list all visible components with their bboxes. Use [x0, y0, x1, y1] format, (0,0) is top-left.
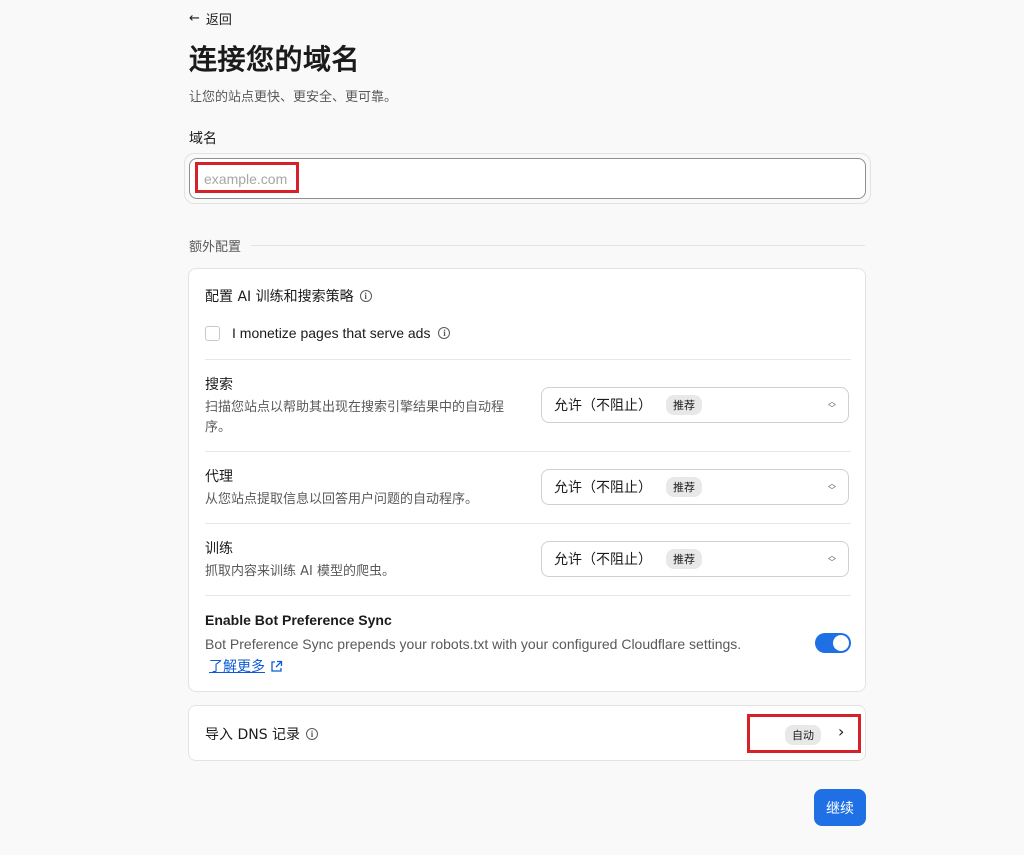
ai-policy-title-label: 配置 AI 训练和搜索策略	[205, 289, 354, 305]
back-link[interactable]: ← 返回	[189, 9, 232, 28]
toggle-knob	[833, 635, 849, 651]
domain-input[interactable]	[189, 158, 866, 199]
policy-name: 代理	[205, 469, 233, 485]
recommended-badge: 推荐	[666, 549, 702, 569]
import-dns-row[interactable]: 导入 DNS 记录 i 自动 ›	[188, 705, 866, 761]
page-subtitle: 让您的站点更快、更安全、更可靠。	[189, 90, 398, 105]
recommended-badge: 推荐	[666, 477, 702, 497]
monetize-label[interactable]: I monetize pages that serve ads	[232, 325, 430, 341]
ai-policy-card: 配置 AI 训练和搜索策略 i I monetize pages that se…	[188, 268, 866, 692]
learn-more-link[interactable]: 了解更多	[209, 656, 283, 676]
policy-description: 扫描您站点以帮助其出现在搜索引擎结果中的自动程序。	[205, 400, 505, 435]
info-icon[interactable]: i	[359, 290, 372, 302]
ai-policy-title: 配置 AI 训练和搜索策略 i	[205, 286, 372, 306]
bot-sync-toggle[interactable]	[815, 633, 851, 653]
monetize-row: I monetize pages that serve ads i	[205, 325, 451, 341]
policy-name: 训练	[205, 541, 233, 557]
extra-config-heading: 额外配置	[189, 236, 865, 255]
page-title: 连接您的域名	[189, 43, 361, 76]
chevron-up-down-icon: ︿ ﹀	[828, 479, 836, 495]
domain-input-focus-ring	[184, 153, 871, 204]
arrow-left-icon: ←	[189, 10, 200, 26]
agent-policy-select[interactable]: 允许（不阻止） 推荐 ︿ ﹀	[541, 469, 849, 505]
chevron-up-down-icon: ︿ ﹀	[828, 397, 836, 413]
domain-label: 域名	[189, 131, 217, 147]
heading-divider	[251, 245, 865, 246]
external-link-icon	[271, 660, 283, 672]
import-dns-label: 导入 DNS 记录	[205, 727, 301, 743]
training-policy-select[interactable]: 允许（不阻止） 推荐 ︿ ﹀	[541, 541, 849, 577]
policy-description: 从您站点提取信息以回答用户问题的自动程序。	[205, 492, 479, 507]
bot-sync-description: Bot Preference Sync prepends your robots…	[205, 636, 742, 652]
chevron-up-down-icon: ︿ ﹀	[828, 551, 836, 567]
policy-description: 抓取内容来训练 AI 模型的爬虫。	[205, 564, 395, 579]
select-value: 允许（不阻止）	[554, 398, 652, 414]
chevron-right-icon[interactable]: ›	[838, 722, 844, 741]
recommended-badge: 推荐	[666, 395, 702, 415]
select-value: 允许（不阻止）	[554, 480, 652, 496]
search-policy-select[interactable]: 允许（不阻止） 推荐 ︿ ﹀	[541, 387, 849, 423]
divider	[205, 451, 851, 452]
divider	[205, 359, 851, 360]
extra-config-heading-label: 额外配置	[189, 240, 242, 255]
info-icon[interactable]: i	[306, 728, 319, 740]
continue-button[interactable]: 继续	[814, 789, 866, 826]
back-label: 返回	[205, 12, 232, 28]
learn-more-label: 了解更多	[209, 659, 265, 675]
policy-name: 搜索	[205, 377, 233, 393]
divider	[205, 595, 851, 596]
divider	[205, 523, 851, 524]
page: ← 返回 连接您的域名 让您的站点更快、更安全、更可靠。 域名 额外配置 配置 …	[0, 0, 1024, 855]
import-dns-title: 导入 DNS 记录 i	[205, 724, 319, 744]
monetize-checkbox[interactable]	[205, 325, 220, 341]
auto-badge: 自动	[785, 725, 821, 745]
info-icon[interactable]: i	[438, 327, 451, 339]
bot-sync-title: Enable Bot Preference Sync	[205, 612, 392, 628]
select-value: 允许（不阻止）	[554, 552, 652, 568]
